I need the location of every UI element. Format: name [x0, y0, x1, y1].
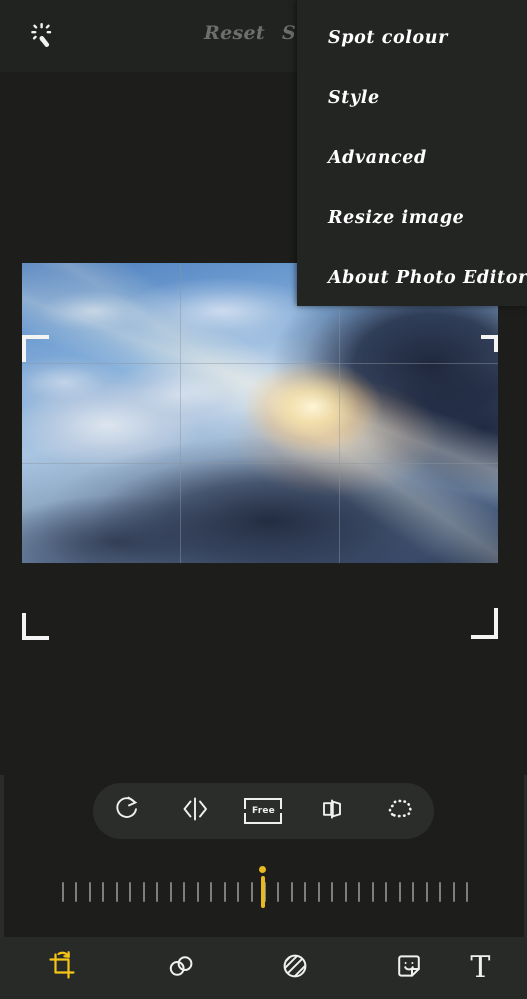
ruler-tick	[142, 882, 145, 902]
ruler-tick	[88, 882, 91, 902]
ruler-tick	[385, 882, 388, 902]
photo-crop-region[interactable]	[22, 263, 498, 563]
crop-grid-line-horizontal-1	[22, 363, 498, 364]
ruler-tick	[317, 882, 320, 902]
color-circles-icon	[164, 951, 198, 985]
magic-wand-sparkle-icon	[27, 21, 57, 51]
ruler-tick	[452, 882, 455, 902]
crop-grid-line-vertical-2	[339, 263, 340, 563]
photo-editor-app: Reset S Free T Spot colour Style Advance…	[0, 0, 527, 999]
ruler-tick	[304, 882, 307, 902]
nav-item-stickers[interactable]	[352, 937, 466, 999]
options-dropdown-menu: Spot colour Style Advanced Resize image …	[297, 0, 527, 306]
ruler-tick	[169, 882, 172, 902]
crop-handle-bottom-right[interactable]	[471, 608, 498, 639]
ruler-tick	[75, 882, 78, 902]
sticker-smiley-icon	[393, 950, 425, 986]
ruler-tick	[344, 882, 347, 902]
ruler-tick	[290, 882, 293, 902]
flip-horizontal-button[interactable]	[168, 788, 222, 834]
ruler-tick	[210, 882, 213, 902]
ruler-tick	[183, 882, 186, 902]
ruler-tick	[62, 882, 64, 902]
ruler-tick	[129, 882, 132, 902]
save-button[interactable]: S	[282, 22, 296, 44]
menu-item-advanced[interactable]: Advanced	[297, 128, 527, 188]
menu-item-about-photo-editor[interactable]: About Photo Editor	[297, 248, 527, 308]
ruler-tick	[398, 882, 401, 902]
ruler-tick	[237, 882, 240, 902]
rotation-angle-slider[interactable]	[0, 866, 527, 918]
ruler-tick	[466, 882, 468, 902]
menu-item-spot-colour[interactable]: Spot colour	[297, 8, 527, 68]
reset-button[interactable]: Reset	[204, 22, 265, 44]
ruler-tick	[412, 882, 415, 902]
ruler-tick	[371, 882, 374, 902]
ruler-tick	[115, 882, 118, 902]
ruler-tick	[223, 882, 226, 902]
ruler-tick	[277, 882, 280, 902]
ruler-tick	[156, 882, 159, 902]
nav-item-adjust[interactable]	[124, 937, 238, 999]
crop-tools-bar: Free	[93, 783, 434, 839]
crop-frame-icon: Free	[244, 798, 283, 824]
crop-handle-top-left[interactable]	[22, 335, 49, 362]
ruler-tick	[196, 882, 199, 902]
crop-rotate-icon	[45, 949, 79, 987]
ruler-tick	[102, 882, 105, 902]
aspect-ratio-button[interactable]: Free	[236, 788, 290, 834]
crop-handle-top-right[interactable]	[481, 335, 498, 352]
perspective-icon	[317, 794, 347, 828]
nav-item-crop[interactable]	[0, 937, 124, 999]
lasso-dotted-icon	[384, 794, 416, 828]
ruler-tick	[425, 882, 428, 902]
ruler-tick	[358, 882, 361, 902]
rotate-icon	[112, 794, 142, 828]
crop-grid-line-vertical-1	[180, 263, 181, 563]
photo-image	[22, 263, 498, 563]
ruler-tick	[250, 882, 253, 902]
bottom-navigation-bar: T	[0, 937, 527, 999]
hatched-circle-icon	[279, 950, 311, 986]
text-t-icon: T	[470, 950, 491, 985]
ruler-tick	[439, 882, 442, 902]
ruler-indicator-dot	[259, 866, 266, 873]
freeform-button[interactable]	[373, 788, 427, 834]
nav-item-filters[interactable]	[238, 937, 352, 999]
perspective-button[interactable]	[305, 788, 359, 834]
menu-item-resize-image[interactable]: Resize image	[297, 188, 527, 248]
menu-item-style[interactable]: Style	[297, 68, 527, 128]
ruler-tick	[331, 882, 334, 902]
auto-enhance-button[interactable]	[24, 18, 60, 54]
nav-item-text[interactable]: T	[466, 937, 527, 999]
flip-horizontal-icon	[179, 794, 211, 828]
crop-grid-line-horizontal-2	[22, 463, 498, 464]
ruler-indicator[interactable]	[261, 876, 265, 908]
rotate-button[interactable]	[100, 788, 154, 834]
crop-handle-bottom-left[interactable]	[22, 613, 49, 640]
